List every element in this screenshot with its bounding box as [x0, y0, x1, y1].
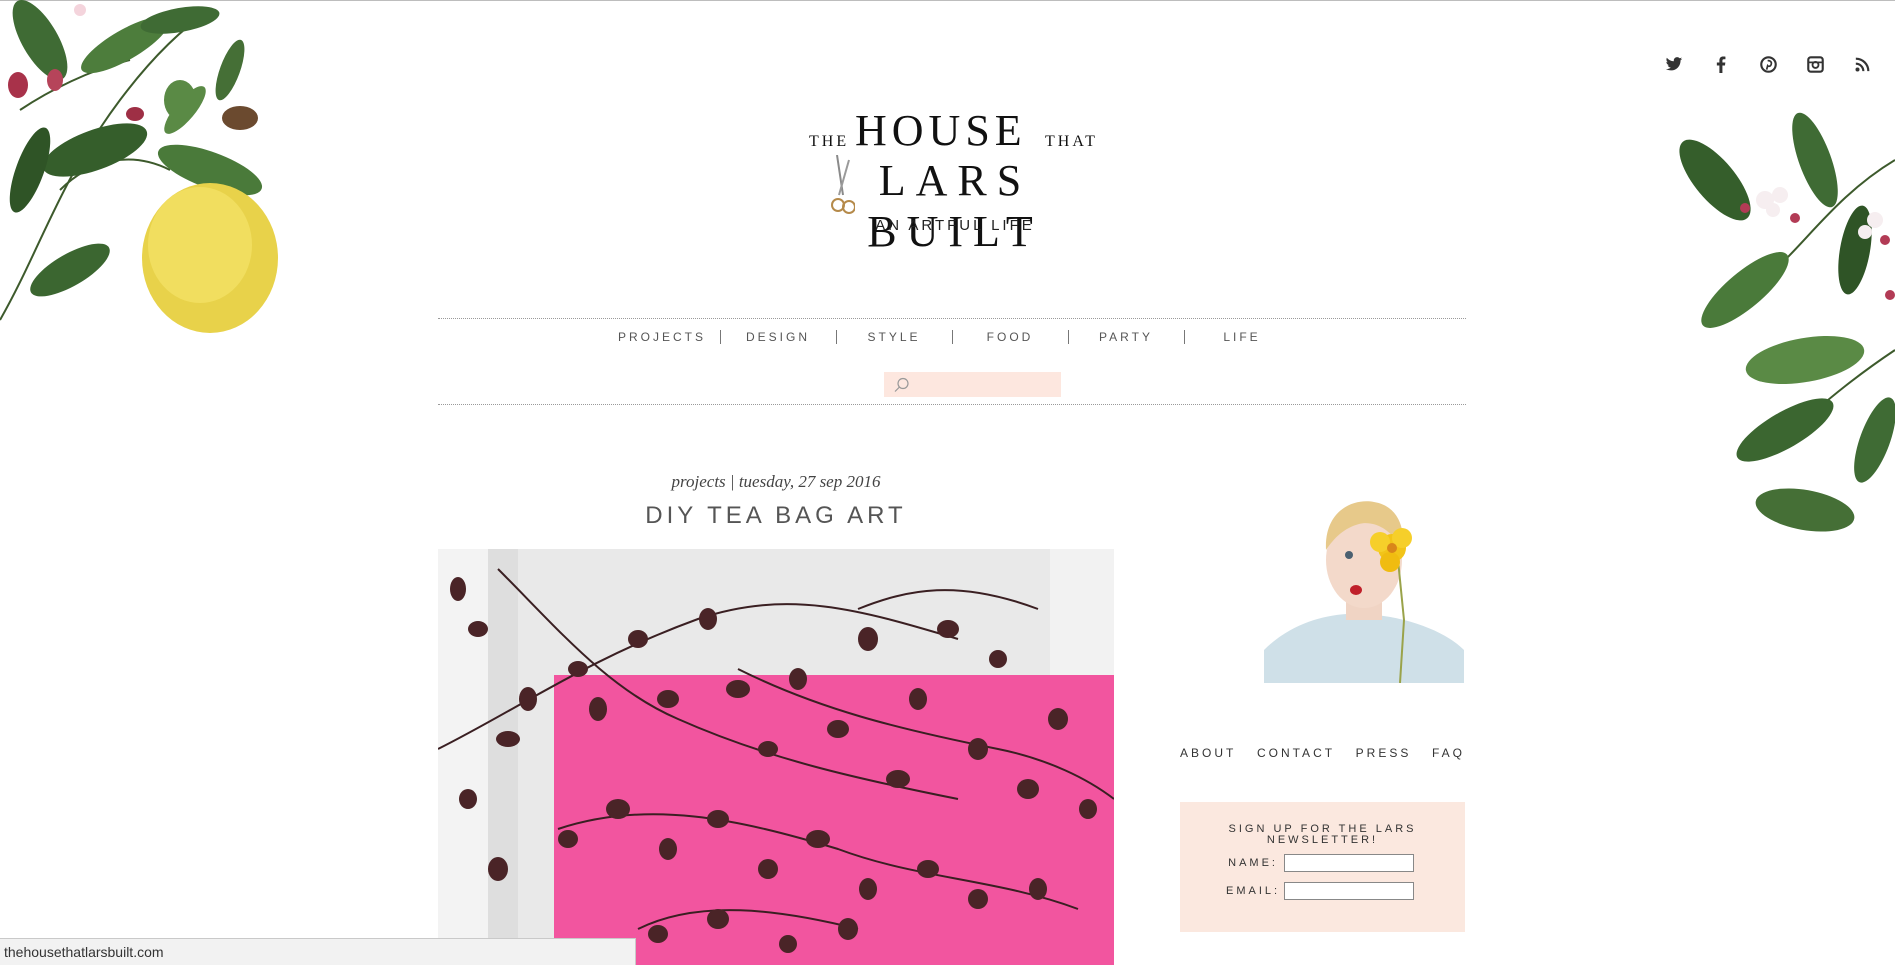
pinterest-icon[interactable]: [1756, 52, 1780, 76]
logo-top-row: THE HOUSE THAT: [795, 105, 1115, 155]
post-title[interactable]: DIY TEA BAG ART: [438, 502, 1114, 530]
rss-icon[interactable]: [1850, 52, 1874, 76]
author-avatar[interactable]: [1264, 490, 1464, 683]
nav-item-food[interactable]: FOOD: [953, 330, 1068, 344]
newsletter-email-row: EMAIL:: [1226, 882, 1414, 900]
botanical-lemon-illustration: [0, 0, 278, 333]
name-label: NAME:: [1228, 857, 1278, 869]
search-icon: [894, 377, 909, 392]
nav-item-design[interactable]: DESIGN: [721, 330, 836, 344]
name-field[interactable]: [1284, 854, 1414, 872]
nav-item-style[interactable]: STYLE: [837, 330, 952, 344]
nav-divider-bottom: [438, 404, 1466, 405]
nav-item-life[interactable]: LIFE: [1185, 330, 1300, 344]
sidebar-link-press[interactable]: PRESS: [1356, 746, 1412, 760]
newsletter-signup: SIGN UP FOR THE LARS NEWSLETTER! NAME: E…: [1180, 802, 1465, 932]
nav-item-party[interactable]: PARTY: [1069, 330, 1184, 344]
newsletter-name-row: NAME:: [1226, 854, 1414, 872]
social-links: [1662, 52, 1874, 76]
facebook-icon[interactable]: [1709, 52, 1733, 76]
logo-house: HOUSE: [855, 106, 1027, 155]
nav-divider-top: [438, 318, 1466, 319]
logo-tagline: AN ARTFUL LIFE: [875, 217, 1035, 234]
twitter-icon[interactable]: [1662, 52, 1686, 76]
sidebar-link-faq[interactable]: FAQ: [1432, 746, 1465, 760]
email-label: EMAIL:: [1226, 885, 1281, 897]
botanical-leaves-illustration: [1679, 112, 1895, 532]
email-field[interactable]: [1284, 882, 1414, 900]
sidebar-link-about[interactable]: ABOUT: [1180, 746, 1236, 760]
browser-status-bar: thehousethatlarsbuilt.com: [0, 938, 636, 965]
logo-the: THE: [809, 133, 850, 150]
nav-item-projects[interactable]: PROJECTS: [605, 330, 720, 344]
sidebar-links: ABOUT CONTACT PRESS FAQ: [1180, 746, 1465, 760]
scissors-icon: [831, 155, 855, 214]
post-meta[interactable]: projects | tuesday, 27 sep 2016: [438, 472, 1114, 492]
sidebar-link-contact[interactable]: CONTACT: [1257, 746, 1335, 760]
search-input[interactable]: [910, 376, 1054, 393]
search-box[interactable]: [884, 372, 1061, 397]
logo-that: THAT: [1045, 133, 1098, 150]
post-image[interactable]: [438, 549, 1114, 965]
site-logo[interactable]: THE HOUSE THAT LARS BUILT AN ARTFUL LIFE: [795, 105, 1115, 256]
newsletter-title: SIGN UP FOR THE LARS NEWSLETTER!: [1228, 823, 1417, 846]
main-nav: PROJECTS DESIGN STYLE FOOD PARTY LIFE: [438, 330, 1466, 344]
instagram-icon[interactable]: [1803, 52, 1827, 76]
